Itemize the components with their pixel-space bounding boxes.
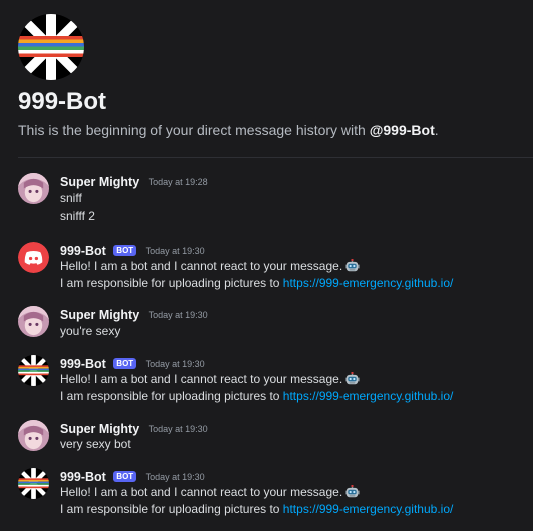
robot-emoji-icon (345, 259, 360, 274)
message: 999-Bot BOT Today at 19:30 Hello! I am a… (0, 355, 533, 405)
message-author[interactable]: Super Mighty (60, 175, 139, 189)
page-title: 999-Bot (18, 88, 107, 115)
message-text: I am responsible for uploading pictures … (60, 276, 454, 290)
website-link[interactable]: https://999-emergency.github.io/ (283, 502, 454, 516)
message-timestamp: Today at 19:30 (148, 423, 208, 434)
website-link[interactable]: https://999-emergency.github.io/ (283, 389, 454, 403)
message-timestamp: Today at 19:30 (148, 309, 208, 320)
message-timestamp: Today at 19:30 (145, 358, 205, 369)
bot-badge: BOT (113, 471, 137, 483)
message-text: Hello! I am a bot and I cannot react to … (60, 371, 360, 387)
dm-intro-text: This is the beginning of your direct mes… (18, 122, 439, 138)
message-author[interactable]: 999-Bot (60, 357, 106, 371)
message-text: sniff (60, 191, 82, 205)
message-text: you're sexy (60, 324, 121, 338)
union-jack-avatar-icon[interactable] (18, 355, 49, 386)
message-author[interactable]: 999-Bot (60, 470, 106, 484)
message-text: I am responsible for uploading pictures … (60, 502, 454, 516)
message-timestamp: Today at 19:28 (148, 176, 208, 187)
anime-avatar-icon[interactable] (18, 420, 49, 451)
website-link[interactable]: https://999-emergency.github.io/ (283, 276, 454, 290)
discord-default-avatar-icon[interactable] (18, 242, 49, 273)
message: Super Mighty Today at 19:30 very sexy bo… (0, 420, 533, 454)
robot-emoji-icon (345, 372, 360, 387)
message-text: I am responsible for uploading pictures … (60, 389, 454, 403)
message-text: Hello! I am a bot and I cannot react to … (60, 484, 360, 500)
divider (18, 157, 533, 158)
message-text: very sexy bot (60, 437, 131, 451)
message-timestamp: Today at 19:30 (145, 245, 205, 256)
message-author[interactable]: Super Mighty (60, 308, 139, 322)
intro-bot-name[interactable]: @999-Bot (370, 122, 435, 138)
message-author[interactable]: 999-Bot (60, 244, 106, 258)
anime-avatar-icon[interactable] (18, 173, 49, 204)
message-timestamp: Today at 19:30 (145, 471, 205, 482)
bot-badge: BOT (113, 245, 137, 257)
union-jack-avatar-icon[interactable] (18, 468, 49, 499)
message: Super Mighty Today at 19:30 you're sexy (0, 306, 533, 340)
message: 999-Bot BOT Today at 19:30 Hello! I am a… (0, 468, 533, 518)
message: Super Mighty Today at 19:28 sniff snifff… (0, 173, 533, 223)
anime-avatar-icon[interactable] (18, 306, 49, 337)
robot-emoji-icon (345, 485, 360, 500)
bot-badge: BOT (113, 358, 137, 370)
message-author[interactable]: Super Mighty (60, 422, 139, 436)
union-jack-avatar-icon (18, 14, 84, 80)
dm-header: 999-Bot This is the beginning of your di… (0, 0, 533, 158)
message-text: snifff 2 (60, 209, 95, 223)
message-text: Hello! I am a bot and I cannot react to … (60, 258, 360, 274)
message: 999-Bot BOT Today at 19:30 Hello! I am a… (0, 242, 533, 292)
